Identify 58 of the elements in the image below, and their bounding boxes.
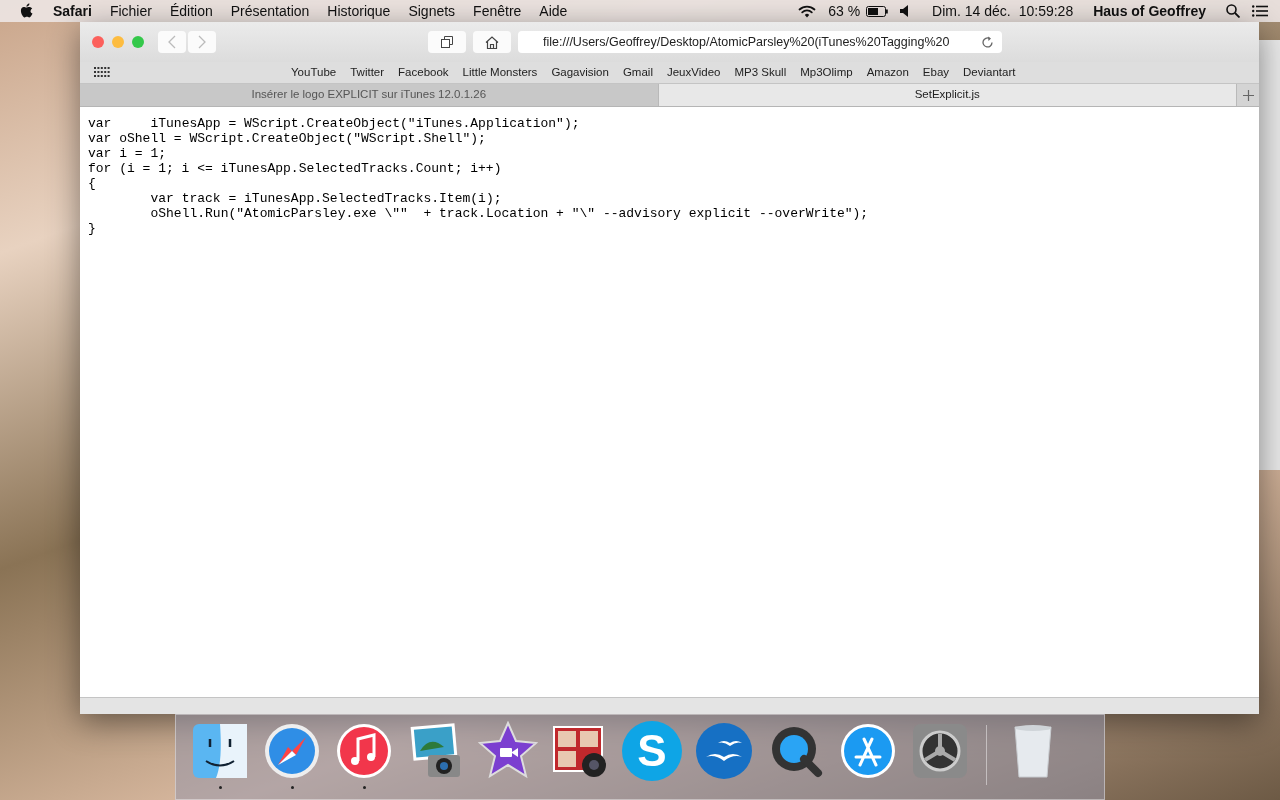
url-text: file:///Users/Geoffrey/Desktop/AtomicParsley%20(iTunes%20Tagging%20: [543, 33, 950, 51]
music-note-icon[interactable]: [334, 721, 394, 781]
code-line: var iTunesApp = WScript.CreateObject("iTunes.Application");: [88, 116, 580, 131]
chevron-right-icon: [198, 35, 206, 49]
seagulls-icon[interactable]: [694, 721, 754, 781]
chevron-left-icon: [168, 35, 176, 49]
menu-item[interactable]: Fichier: [100, 0, 161, 22]
menu-item[interactable]: Édition: [160, 0, 222, 22]
reload-icon[interactable]: [981, 35, 994, 49]
app-menu[interactable]: Safari: [44, 0, 101, 22]
plus-icon: [1242, 89, 1254, 101]
bookmark-link[interactable]: Little Monsters: [455, 63, 545, 82]
new-tab-button[interactable]: [1237, 84, 1259, 106]
code-line: }: [88, 221, 96, 236]
browser-tab[interactable]: Insérer le logo EXPLICIT sur iTunes 12.0.1.26: [80, 84, 659, 106]
code-line: for (i = 1; i <= iTunesApp.SelectedTracks.Count; i++): [88, 161, 502, 176]
grid-icon[interactable]: [94, 67, 110, 78]
gear-icon[interactable]: [910, 721, 970, 781]
home-button[interactable]: [473, 31, 511, 53]
overlapping-squares-icon: [441, 36, 453, 48]
search-icon[interactable]: [1226, 4, 1240, 18]
bookmark-link[interactable]: Ebay: [915, 63, 957, 82]
wifi-icon[interactable]: [798, 4, 817, 18]
menu-clock[interactable]: 10:59:28: [1018, 0, 1074, 22]
address-field[interactable]: file:///Users/Geoffrey/Desktop/AtomicParsley%20(iTunes%20Tagging%20: [518, 31, 1002, 53]
bookmark-link[interactable]: Deviantart: [956, 63, 1023, 82]
compass-icon[interactable]: [262, 721, 322, 781]
battery-icon[interactable]: [866, 5, 889, 17]
menu-date[interactable]: Dim. 14 déc.: [932, 0, 1011, 22]
bookmark-link[interactable]: Twitter: [343, 63, 392, 82]
smiling-face-icon[interactable]: [190, 721, 250, 781]
speaker-icon[interactable]: [900, 5, 911, 17]
code-line: var i = 1;: [88, 146, 166, 161]
code-line: var track = iTunesApp.SelectedTracks.Item(i);: [149, 191, 502, 206]
browser-tab[interactable]: SetExplicit.js: [658, 84, 1237, 106]
menu-item[interactable]: Signets: [399, 0, 465, 22]
bookmark-link[interactable]: Gmail: [615, 63, 660, 82]
code-line: oShell.Run("AtomicParsley.exe \"" + track.Location + "\" --advisory explicit --overWrite");: [149, 206, 869, 221]
code-line: {: [88, 176, 96, 191]
bookmark-link[interactable]: Gagavision: [544, 63, 616, 82]
user-name[interactable]: Haus of Geoffrey: [1093, 0, 1206, 22]
menu-item[interactable]: Fenêtre: [464, 0, 531, 22]
app-store-icon[interactable]: [838, 721, 898, 781]
bookmark-link[interactable]: Amazon: [859, 63, 916, 82]
home-icon: [485, 35, 499, 49]
tabs-overview-button[interactable]: [428, 31, 466, 53]
bookmark-link[interactable]: Facebook: [391, 63, 456, 82]
bookmark-link[interactable]: MP3 Skull: [727, 63, 794, 82]
bookmark-link[interactable]: YouTube: [284, 63, 344, 82]
menu-item[interactable]: Présentation: [221, 0, 319, 22]
menu-item[interactable]: Historique: [318, 0, 400, 22]
apple-icon[interactable]: [20, 3, 34, 19]
bookmark-link[interactable]: Mp3Olimp: [793, 63, 860, 82]
menu-item[interactable]: Aide: [530, 0, 577, 22]
bookmark-link[interactable]: JeuxVideo: [659, 63, 728, 82]
code-line: var oShell = WScript.CreateObject("WScript.Shell");: [88, 131, 486, 146]
list-icon[interactable]: [1252, 5, 1268, 17]
battery-percentage: 63 %: [828, 1, 861, 21]
